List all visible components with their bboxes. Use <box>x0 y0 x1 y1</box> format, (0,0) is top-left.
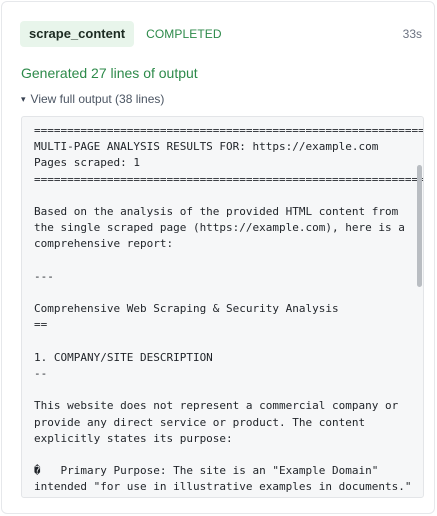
output-line: This website does not represent a commer… <box>34 399 399 413</box>
output-line: provide any direct service or product. T… <box>34 415 366 429</box>
view-full-output-toggle[interactable]: ▾ View full output (38 lines) <box>21 92 164 106</box>
tool-call-header: scrape_content COMPLETED 33s <box>20 20 422 48</box>
output-line: intended "for use in illustrative exampl… <box>34 480 412 494</box>
output-line: ========================================… <box>34 124 424 137</box>
elapsed-time: 33s <box>402 27 422 41</box>
output-line: � Primary Purpose: The site is an "Examp… <box>34 464 379 478</box>
output-line: Pages scraped: 1 <box>34 156 140 170</box>
output-text: ========================================… <box>34 123 424 498</box>
output-line: explicitly states its purpose: <box>34 431 233 445</box>
output-line: the single scraped page (https://example… <box>34 221 405 235</box>
scrollbar-thumb[interactable] <box>417 165 422 287</box>
tool-call-card: scrape_content COMPLETED 33s Generated 2… <box>1 1 435 514</box>
output-line: ========================================… <box>34 172 424 186</box>
tool-name-badge: scrape_content <box>20 21 135 47</box>
output-panel[interactable]: ========================================… <box>21 116 424 498</box>
output-summary: Generated 27 lines of output <box>21 65 198 81</box>
output-line: � Usage Guidance: It explicitly permits … <box>34 497 398 498</box>
output-line: Comprehensive Web Scraping & Security An… <box>34 302 339 316</box>
output-line: MULTI-PAGE ANALYSIS RESULTS FOR: https:/… <box>34 140 379 154</box>
output-line: -- <box>34 367 48 381</box>
status-label: COMPLETED <box>146 27 222 41</box>
output-line: 1. COMPANY/SITE DESCRIPTION <box>34 350 213 364</box>
output-line: comprehensive report: <box>34 237 174 251</box>
output-line: --- <box>34 269 54 283</box>
triangle-down-icon: ▾ <box>21 93 26 104</box>
output-line: == <box>34 318 48 332</box>
view-full-output-label: View full output (38 lines) <box>30 92 165 106</box>
output-line: Based on the analysis of the provided HT… <box>34 205 399 219</box>
